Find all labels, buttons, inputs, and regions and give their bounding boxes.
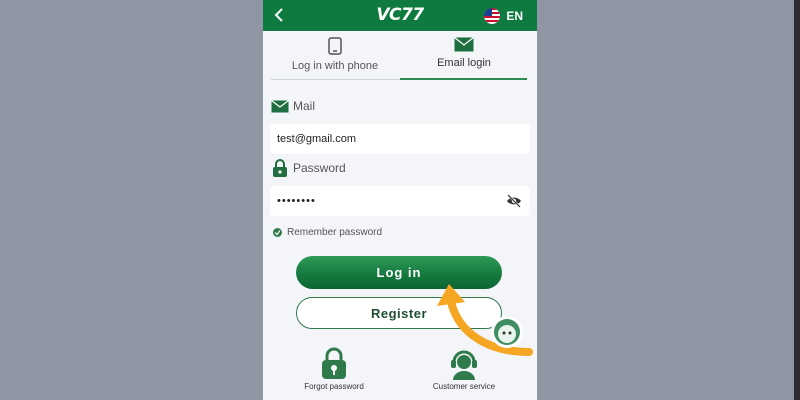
bot-face-icon	[491, 316, 523, 348]
chevron-left-icon	[274, 8, 283, 22]
lock-keyhole-icon	[322, 347, 346, 379]
us-flag-icon	[484, 8, 501, 24]
tab-phone-label: Log in with phone	[291, 60, 379, 72]
login-tabs: Log in with phone Email login	[263, 31, 537, 81]
remember-password-label: Remember password	[287, 226, 383, 238]
screen-edge	[794, 0, 800, 400]
back-button[interactable]	[270, 5, 288, 25]
mail-field-icon	[271, 99, 289, 112]
mail-label-row: Mail	[271, 98, 315, 114]
password-label-row: Password	[271, 159, 346, 177]
brand-logo: VC77	[376, 5, 424, 25]
headset-agent-icon	[451, 350, 477, 380]
forgot-password-link[interactable]: Forgot password	[284, 346, 384, 391]
mail-icon	[454, 37, 474, 52]
assistant-bot-button[interactable]	[490, 315, 524, 349]
email-input[interactable]: test@gmail.com	[270, 124, 530, 154]
mail-label: Mail	[293, 99, 316, 113]
top-bar: VC77 EN	[263, 0, 537, 31]
active-tab-indicator	[400, 78, 527, 80]
tab-phone-login[interactable]: Log in with phone	[271, 31, 399, 81]
tab-email-login[interactable]: Email login	[400, 31, 528, 81]
password-label: Password	[293, 161, 346, 175]
password-value: ••••••••	[277, 195, 316, 207]
customer-service-label: Customer service	[432, 382, 496, 391]
check-icon	[273, 227, 282, 237]
customer-service-link[interactable]: Customer service	[414, 346, 514, 391]
remember-password-toggle[interactable]: Remember password	[273, 225, 382, 239]
eye-off-icon[interactable]	[506, 193, 522, 209]
email-value: test@gmail.com	[277, 133, 357, 145]
lock-icon	[273, 159, 287, 177]
tab-email-label: Email login	[437, 57, 491, 69]
password-input[interactable]: ••••••••	[270, 186, 530, 216]
language-selector[interactable]: EN	[484, 6, 523, 26]
language-label: EN	[506, 9, 523, 23]
app-frame: VC77 EN Log in with phone Email login Ma…	[263, 0, 537, 400]
forgot-password-label: Forgot password	[304, 382, 364, 391]
phone-icon	[328, 37, 342, 55]
